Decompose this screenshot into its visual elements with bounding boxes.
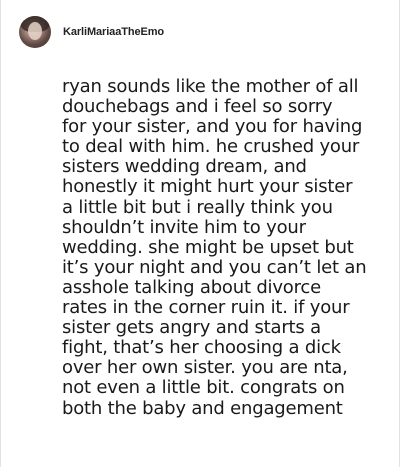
comment-line: douchebags and i feel so sorry <box>62 96 333 118</box>
comment-line: sisters wedding dream, and <box>62 156 307 178</box>
comment-line: fight, that’s her choosing a dick <box>62 337 341 359</box>
comment-line: rates in the corner ruin it. if your <box>62 297 350 319</box>
comment-line: shouldn’t invite him to your <box>62 216 306 238</box>
comment-header: KarliMariaaTheEmo <box>19 16 164 48</box>
comment-line: asshole talking about divorce <box>62 276 321 298</box>
comment-line: for your sister, and you for having <box>62 116 363 138</box>
comment-line: wedding. she might be upset but <box>62 236 354 258</box>
comment-line: not even a little bit. congrats on <box>62 377 345 399</box>
avatar-face <box>28 22 42 40</box>
avatar[interactable] <box>19 16 51 48</box>
comment-line: over her own sister. you are nta, <box>62 357 348 379</box>
comment-line: both the baby and engagement <box>62 397 343 419</box>
comment-line: sister gets angry and starts a <box>62 317 321 339</box>
comment-line: ryan sounds like the mother of all <box>62 76 359 97</box>
username[interactable]: KarliMariaaTheEmo <box>63 26 164 38</box>
comment-body: ryan sounds like the mother of all douch… <box>62 76 372 419</box>
comment-line: to deal with him. he crushed your <box>62 136 360 158</box>
comment-line: it’s your night and you can’t let an <box>62 256 367 278</box>
comment-card: KarliMariaaTheEmo ryan sounds like the m… <box>0 0 400 467</box>
comment-line: a little bit but i really think you <box>62 196 333 218</box>
comment-line: honestly it might hurt your sister <box>62 176 353 198</box>
